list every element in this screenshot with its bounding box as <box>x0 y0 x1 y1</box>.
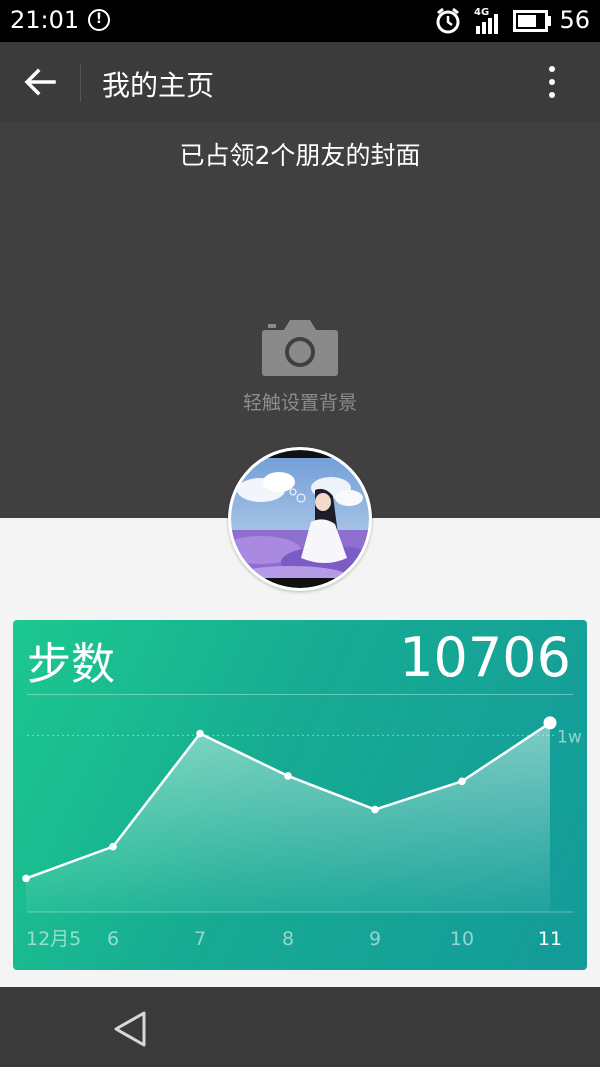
avatar-image <box>231 450 369 588</box>
app-bar-divider <box>80 64 81 102</box>
data-point <box>22 874 30 883</box>
x-tick-label: 7 <box>194 928 206 950</box>
series-area <box>26 722 550 912</box>
signal-icon <box>476 14 498 34</box>
camera-icon <box>262 320 338 376</box>
steps-chart: 1w 12月5 6 7 8 9 10 11 <box>22 716 582 950</box>
data-point <box>543 716 557 730</box>
more-options-button[interactable] <box>542 64 562 102</box>
alert-icon: ! <box>88 9 110 31</box>
reference-line-label: 1w <box>557 727 582 747</box>
set-background-button[interactable]: 轻触设置背景 <box>220 312 380 422</box>
battery-icon <box>513 10 551 32</box>
x-tick-label: 10 <box>450 928 474 950</box>
back-button[interactable] <box>18 60 62 104</box>
arrow-left-icon <box>24 68 56 96</box>
more-vert-icon <box>549 66 555 98</box>
status-bar: 21:01 ! 4G 56 <box>0 0 600 42</box>
set-background-label: 轻触设置背景 <box>242 392 357 414</box>
status-time: 21:01 <box>10 6 80 34</box>
data-point <box>109 842 117 851</box>
x-tick-label: 11 <box>538 928 562 950</box>
alarm-icon <box>436 7 460 34</box>
nav-back-button[interactable] <box>110 1009 150 1049</box>
data-point <box>284 772 292 780</box>
battery-level: 56 <box>559 6 590 34</box>
page-title: 我的主页 <box>102 69 215 102</box>
triangle-back-icon <box>114 1011 146 1047</box>
avatar[interactable] <box>228 447 372 591</box>
steps-card[interactable]: 步数 10706 1w 12月5 6 7 8 9 10 11 <box>13 620 587 970</box>
data-point <box>196 729 204 738</box>
data-point <box>371 805 379 814</box>
x-tick-label: 12月5 <box>26 928 81 950</box>
x-tick-label: 9 <box>369 928 381 950</box>
navigation-bar <box>0 987 600 1067</box>
data-point <box>458 777 466 786</box>
app-bar: 我的主页 <box>0 42 600 122</box>
x-tick-label: 8 <box>282 928 294 950</box>
x-tick-label: 6 <box>107 928 119 950</box>
cover-headline: 已占领2个朋友的封面 <box>179 141 421 170</box>
